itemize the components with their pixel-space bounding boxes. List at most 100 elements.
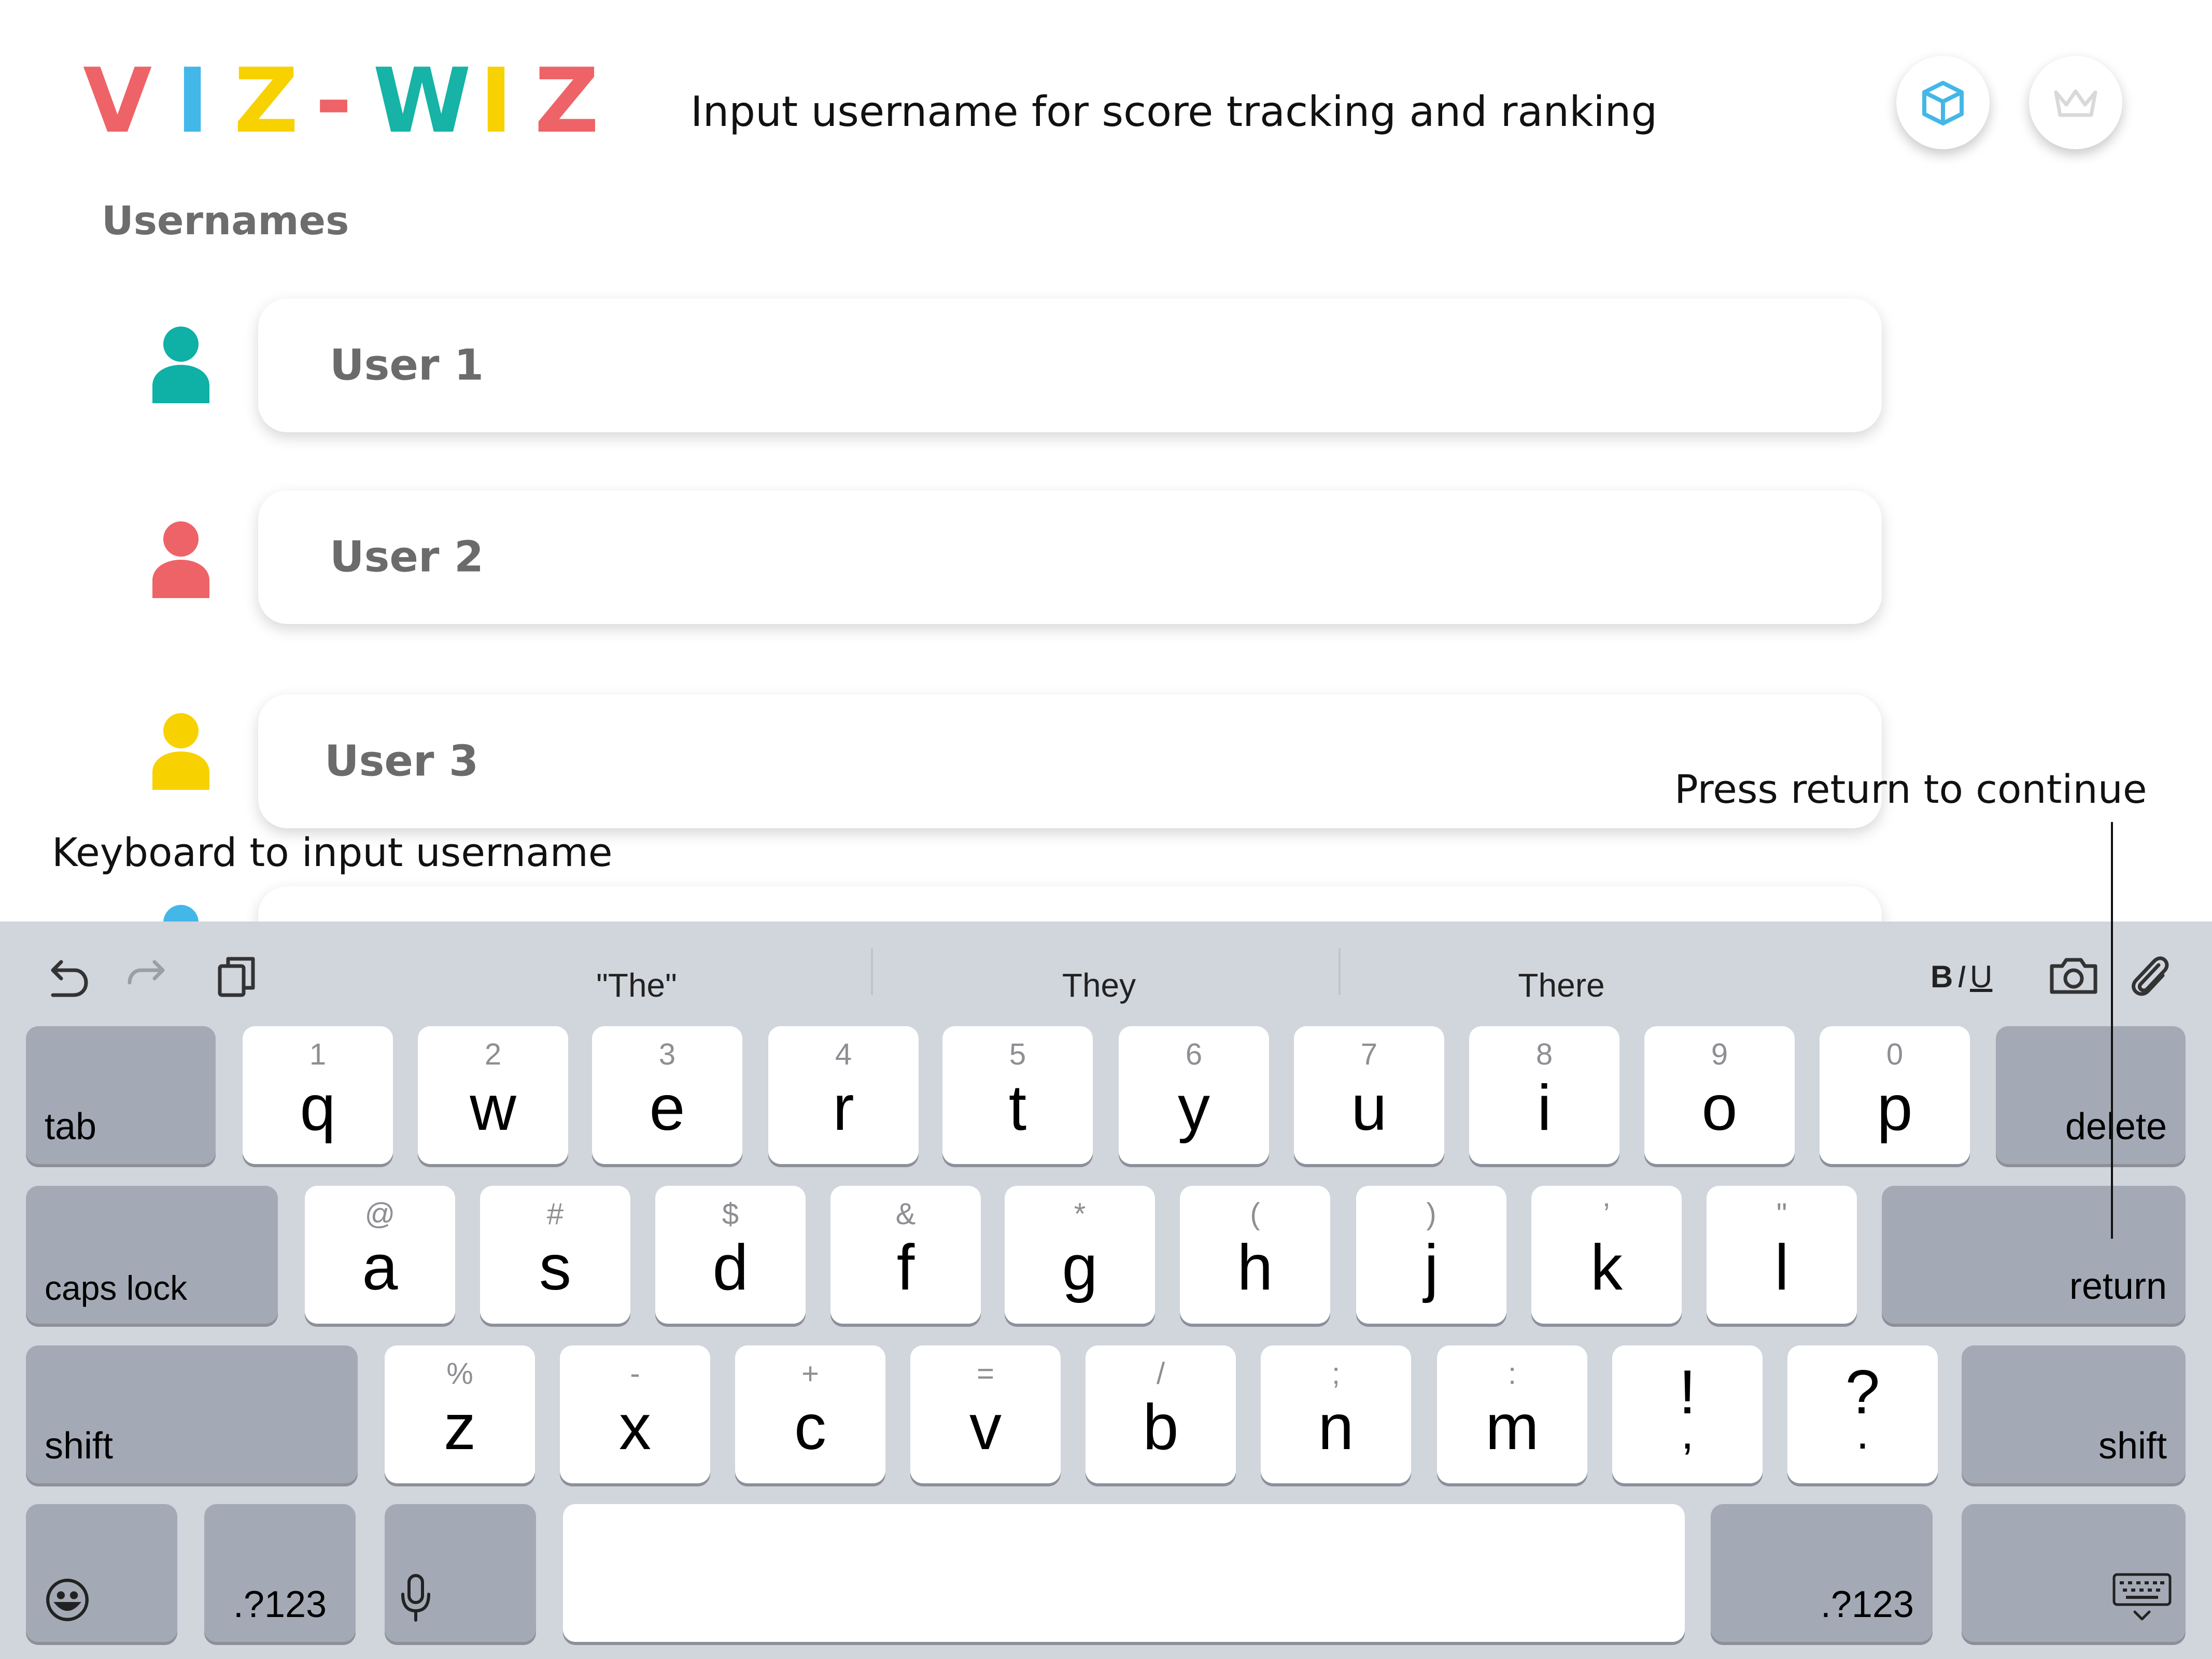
key-x[interactable]: -x (560, 1345, 710, 1483)
key-c[interactable]: + c (735, 1345, 885, 1483)
key-secondary: # (546, 1197, 564, 1231)
return-key[interactable]: return (1882, 1186, 2186, 1324)
cube-button[interactable] (1896, 56, 1990, 149)
key-letter: c (794, 1392, 826, 1463)
key-h[interactable]: (h (1180, 1186, 1330, 1324)
key-letter: d (712, 1232, 749, 1303)
leaderboard-button[interactable] (2029, 56, 2122, 149)
key-exclamation[interactable]: ! , (1612, 1345, 1763, 1483)
annotation-pointer-line (2111, 822, 2113, 1239)
username-input-3[interactable]: User 3 (258, 694, 1882, 828)
key-letter: f (896, 1232, 915, 1303)
camera-icon[interactable] (2048, 949, 2100, 1001)
key-n[interactable]: ; n (1261, 1345, 1411, 1483)
key-secondary: 6 (1185, 1038, 1203, 1071)
return-annotation: Press return to continue (1674, 766, 2147, 812)
key-d[interactable]: $ d (655, 1186, 806, 1324)
caps-lock-key[interactable]: caps lock (26, 1186, 278, 1324)
key-v[interactable]: = v (910, 1345, 1061, 1483)
key-letter: l (1774, 1232, 1789, 1303)
key-bottom-char: , (1681, 1407, 1694, 1459)
key-letter: p (1877, 1072, 1913, 1144)
keyboard-dismiss-icon (2112, 1573, 2172, 1621)
logo-letter: V (83, 49, 152, 153)
key-letter: i (1537, 1072, 1552, 1144)
username-input-2[interactable]: User 2 (258, 490, 1882, 624)
key-secondary: ( (1250, 1197, 1260, 1231)
key-label: delete (2065, 1106, 2167, 1147)
attachment-icon[interactable] (2122, 949, 2174, 1001)
numbers-key-left[interactable]: .?123 (204, 1504, 356, 1642)
key-secondary: 9 (1711, 1038, 1728, 1071)
key-letter: w (470, 1072, 516, 1144)
shift-left-key[interactable]: shift (26, 1345, 358, 1483)
key-label: .?123 (233, 1584, 327, 1625)
key-e[interactable]: 3e (592, 1026, 742, 1164)
key-y[interactable]: 6y (1119, 1026, 1269, 1164)
key-secondary: 4 (835, 1038, 852, 1071)
key-bottom-char: . (1856, 1407, 1869, 1459)
numbers-key-right[interactable]: .?123 (1711, 1504, 1933, 1642)
key-o[interactable]: 9o (1644, 1026, 1795, 1164)
key-i[interactable]: 8i (1469, 1026, 1619, 1164)
key-secondary: ; (1331, 1357, 1341, 1391)
key-f[interactable]: & f (830, 1186, 981, 1324)
key-a[interactable]: @ a (305, 1186, 455, 1324)
suggestion-2[interactable]: They (1062, 966, 1136, 1004)
key-secondary: 8 (1535, 1038, 1553, 1071)
logo-letter: W (373, 49, 471, 153)
key-t[interactable]: 5t (942, 1026, 1093, 1164)
paste-icon[interactable] (210, 951, 262, 1002)
delete-key[interactable]: delete (1996, 1026, 2186, 1164)
key-secondary: " (1776, 1197, 1787, 1231)
key-g[interactable]: * g (1005, 1186, 1155, 1324)
crown-icon (2054, 89, 2097, 117)
key-l[interactable]: " l (1707, 1186, 1857, 1324)
instruction-text: Input username for score tracking and ra… (691, 88, 1658, 136)
key-label: .?123 (1820, 1584, 1914, 1625)
key-secondary: * (1074, 1197, 1086, 1231)
text-format-button[interactable]: BIU (1931, 959, 1992, 995)
undo-icon[interactable] (39, 953, 91, 1004)
dictation-key[interactable] (385, 1504, 536, 1642)
key-z[interactable]: % z (385, 1345, 535, 1483)
redo-icon[interactable] (124, 953, 176, 1004)
shift-right-key[interactable]: shift (1962, 1345, 2186, 1483)
key-u[interactable]: 7u (1294, 1026, 1444, 1164)
key-letter: e (649, 1072, 685, 1144)
key-b[interactable]: / b (1086, 1345, 1236, 1483)
viz-wiz-logo: V I Z - W I Z (83, 49, 621, 153)
logo-letter: I (176, 49, 209, 153)
tab-key[interactable]: tab (26, 1026, 216, 1164)
key-letter: o (1701, 1072, 1738, 1144)
space-bar[interactable] (563, 1504, 1685, 1642)
username-placeholder: User 1 (330, 341, 484, 390)
emoji-key[interactable] (26, 1504, 177, 1642)
username-input-1[interactable]: User 1 (258, 299, 1882, 432)
key-letter: a (362, 1232, 398, 1303)
suggestion-1[interactable]: "The" (596, 966, 677, 1004)
key-q[interactable]: 1q (243, 1026, 393, 1164)
key-r[interactable]: 4r (768, 1026, 919, 1164)
key-letter: x (619, 1392, 651, 1463)
key-secondary: = (977, 1357, 994, 1391)
key-secondary: $ (722, 1197, 739, 1231)
key-question[interactable]: ? . (1787, 1345, 1938, 1483)
key-secondary: 5 (1009, 1038, 1026, 1071)
key-s[interactable]: # s (480, 1186, 630, 1324)
key-w[interactable]: 2w (418, 1026, 568, 1164)
key-secondary: 2 (484, 1038, 502, 1071)
hide-keyboard-key[interactable] (1962, 1504, 2186, 1642)
key-secondary: % (446, 1357, 473, 1391)
suggestion-3[interactable]: There (1518, 966, 1604, 1004)
key-letter: z (444, 1392, 476, 1463)
key-letter: y (1178, 1072, 1210, 1144)
user-icon (152, 521, 209, 598)
key-m[interactable]: :m (1437, 1345, 1587, 1483)
key-secondary: ) (1426, 1197, 1436, 1231)
key-letter: j (1424, 1232, 1439, 1303)
key-p[interactable]: 0p (1820, 1026, 1970, 1164)
key-j[interactable]: ) j (1356, 1186, 1506, 1324)
key-k[interactable]: ’ k (1531, 1186, 1682, 1324)
microphone-icon (401, 1574, 430, 1622)
